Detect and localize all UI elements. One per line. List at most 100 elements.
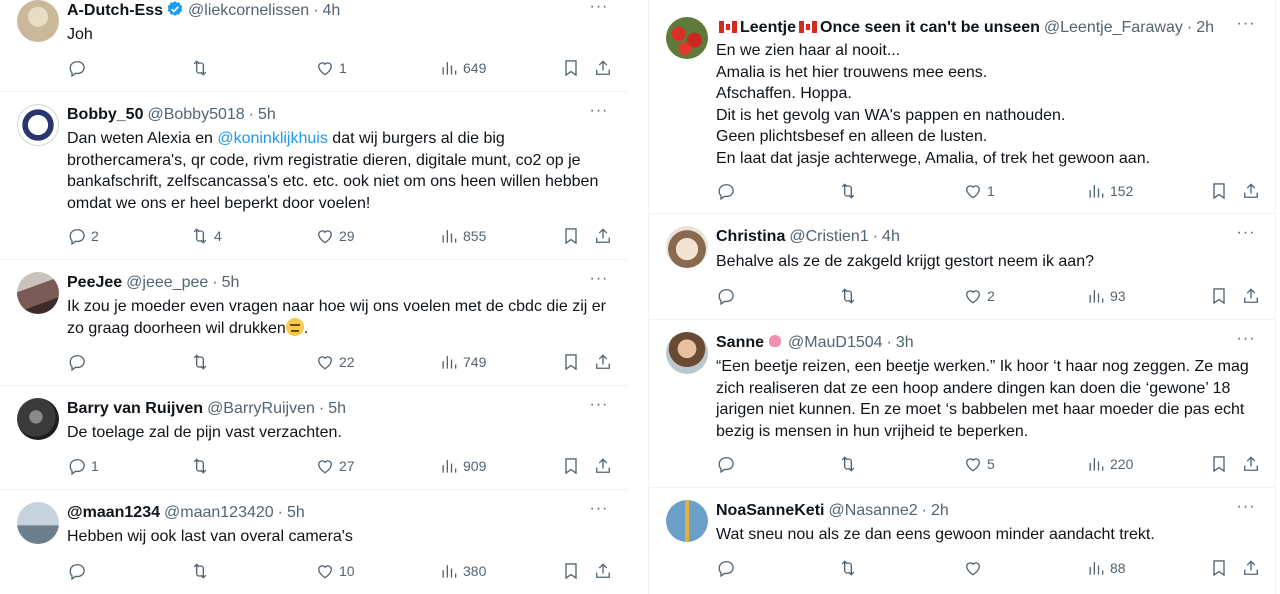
retweet-button[interactable] xyxy=(190,351,214,373)
tweet-item[interactable]: PeeJee @jeee_pee · 5h ··· Ik zou je moeder … xyxy=(0,260,628,386)
more-icon[interactable]: ··· xyxy=(1235,499,1257,522)
display-name[interactable]: Sanne xyxy=(716,334,764,351)
more-icon[interactable]: ··· xyxy=(588,0,610,22)
views-button[interactable]: 93 xyxy=(1086,285,1126,307)
like-button[interactable]: 22 xyxy=(315,351,355,373)
share-button[interactable] xyxy=(593,225,613,247)
avatar[interactable] xyxy=(666,17,708,59)
display-name[interactable]: Barry van Ruijven xyxy=(67,400,203,417)
avatar[interactable] xyxy=(17,502,59,544)
views-button[interactable]: 152 xyxy=(1086,180,1133,202)
timestamp[interactable]: 3h xyxy=(896,334,914,351)
user-handle[interactable]: @jeee_pee xyxy=(126,274,208,291)
views-button[interactable]: 855 xyxy=(439,225,486,247)
more-icon[interactable]: ··· xyxy=(588,501,610,524)
tweet-item[interactable]: Leentje Once seen it can't be unseen @Leen… xyxy=(649,0,1275,214)
display-name-suffix[interactable]: Once seen it can't be unseen xyxy=(820,19,1040,36)
views-button[interactable]: 749 xyxy=(439,351,486,373)
bookmark-button[interactable] xyxy=(561,351,581,373)
tweet-item[interactable]: A-Dutch-Ess @liekcornelissen · 4h ··· Joh 1… xyxy=(0,0,628,92)
display-name[interactable]: @maan1234 xyxy=(67,504,160,521)
bookmark-button[interactable] xyxy=(1209,180,1229,202)
display-name[interactable]: Bobby_50 xyxy=(67,106,143,123)
share-button[interactable] xyxy=(1241,285,1261,307)
more-icon[interactable]: ··· xyxy=(1235,16,1257,39)
user-handle[interactable]: @Cristien1 xyxy=(789,228,868,245)
tweet-item[interactable]: @maan1234 @maan123420 · 5h ··· Hebben wij o… xyxy=(0,490,628,594)
share-button[interactable] xyxy=(593,455,613,477)
more-icon[interactable]: ··· xyxy=(588,103,610,126)
more-icon[interactable]: ··· xyxy=(588,397,610,420)
like-button[interactable]: 29 xyxy=(315,225,355,247)
reply-button[interactable] xyxy=(716,180,740,202)
retweet-button[interactable] xyxy=(190,455,214,477)
timestamp[interactable]: 5h xyxy=(222,274,240,291)
timestamp[interactable]: 4h xyxy=(323,2,341,19)
bookmark-button[interactable] xyxy=(1209,557,1229,579)
reply-button[interactable] xyxy=(67,351,91,373)
retweet-button[interactable] xyxy=(190,57,214,79)
user-handle[interactable]: @maan123420 xyxy=(164,504,274,521)
display-name[interactable]: Leentje xyxy=(740,19,796,36)
tweet-item[interactable]: Bobby_50 @Bobby5018 · 5h ··· Dan weten Alex… xyxy=(0,92,628,260)
share-button[interactable] xyxy=(1241,557,1261,579)
avatar[interactable] xyxy=(17,398,59,440)
like-button[interactable] xyxy=(963,557,987,579)
user-handle[interactable]: @Bobby5018 xyxy=(147,106,244,123)
tweet-item[interactable]: Christina @Cristien1 · 4h ··· Behalve als z… xyxy=(649,214,1275,320)
retweet-button[interactable] xyxy=(838,453,862,475)
retweet-button[interactable] xyxy=(838,285,862,307)
like-button[interactable]: 1 xyxy=(963,180,995,202)
like-button[interactable]: 2 xyxy=(963,285,995,307)
share-button[interactable] xyxy=(593,560,613,582)
user-handle[interactable]: @BarryRuijven xyxy=(207,400,315,417)
views-button[interactable]: 380 xyxy=(439,560,486,582)
views-button[interactable]: 649 xyxy=(439,57,486,79)
timestamp[interactable]: 2h xyxy=(931,502,949,519)
timestamp[interactable]: 5h xyxy=(328,400,346,417)
reply-button[interactable]: 1 xyxy=(67,455,99,477)
avatar[interactable] xyxy=(666,500,708,542)
like-button[interactable]: 27 xyxy=(315,455,355,477)
user-handle[interactable]: @Leentje_Faraway xyxy=(1044,19,1183,36)
retweet-button[interactable] xyxy=(838,180,862,202)
mention-link[interactable]: @koninklijkhuis xyxy=(217,130,328,147)
retweet-button[interactable] xyxy=(190,560,214,582)
display-name[interactable]: PeeJee xyxy=(67,274,122,291)
more-icon[interactable]: ··· xyxy=(1235,225,1257,248)
avatar[interactable] xyxy=(17,0,59,42)
retweet-button[interactable]: 4 xyxy=(190,225,222,247)
display-name[interactable]: NoaSanneKeti xyxy=(716,502,824,519)
tweet-item[interactable]: NoaSanneKeti @Nasanne2 · 2h ··· Wat sneu no… xyxy=(649,488,1275,594)
reply-button[interactable] xyxy=(67,560,91,582)
views-button[interactable]: 909 xyxy=(439,455,486,477)
views-button[interactable]: 88 xyxy=(1086,557,1126,579)
share-button[interactable] xyxy=(1241,453,1261,475)
reply-button[interactable]: 2 xyxy=(67,225,99,247)
user-handle[interactable]: @MauD1504 xyxy=(788,334,883,351)
share-button[interactable] xyxy=(1241,180,1261,202)
reply-button[interactable] xyxy=(716,453,740,475)
user-handle[interactable]: @Nasanne2 xyxy=(828,502,917,519)
bookmark-button[interactable] xyxy=(1209,453,1229,475)
views-button[interactable]: 220 xyxy=(1086,453,1133,475)
timestamp[interactable]: 4h xyxy=(882,228,900,245)
share-button[interactable] xyxy=(593,57,613,79)
reply-button[interactable] xyxy=(716,557,740,579)
display-name[interactable]: A-Dutch-Ess xyxy=(67,2,163,19)
bookmark-button[interactable] xyxy=(561,560,581,582)
reply-button[interactable] xyxy=(716,285,740,307)
tweet-item[interactable]: Sanne @MauD1504 · 3h ··· “Een beetje reizen… xyxy=(649,320,1275,488)
avatar[interactable] xyxy=(17,104,59,146)
display-name[interactable]: Christina xyxy=(716,228,785,245)
like-button[interactable]: 10 xyxy=(315,560,355,582)
like-button[interactable]: 1 xyxy=(315,57,347,79)
timestamp[interactable]: 5h xyxy=(287,504,305,521)
tweet-item[interactable]: Barry van Ruijven @BarryRuijven · 5h ··· De… xyxy=(0,386,628,490)
bookmark-button[interactable] xyxy=(561,455,581,477)
timestamp[interactable]: 2h xyxy=(1196,19,1214,36)
more-icon[interactable]: ··· xyxy=(588,271,610,294)
retweet-button[interactable] xyxy=(838,557,862,579)
bookmark-button[interactable] xyxy=(561,57,581,79)
avatar[interactable] xyxy=(17,272,59,314)
